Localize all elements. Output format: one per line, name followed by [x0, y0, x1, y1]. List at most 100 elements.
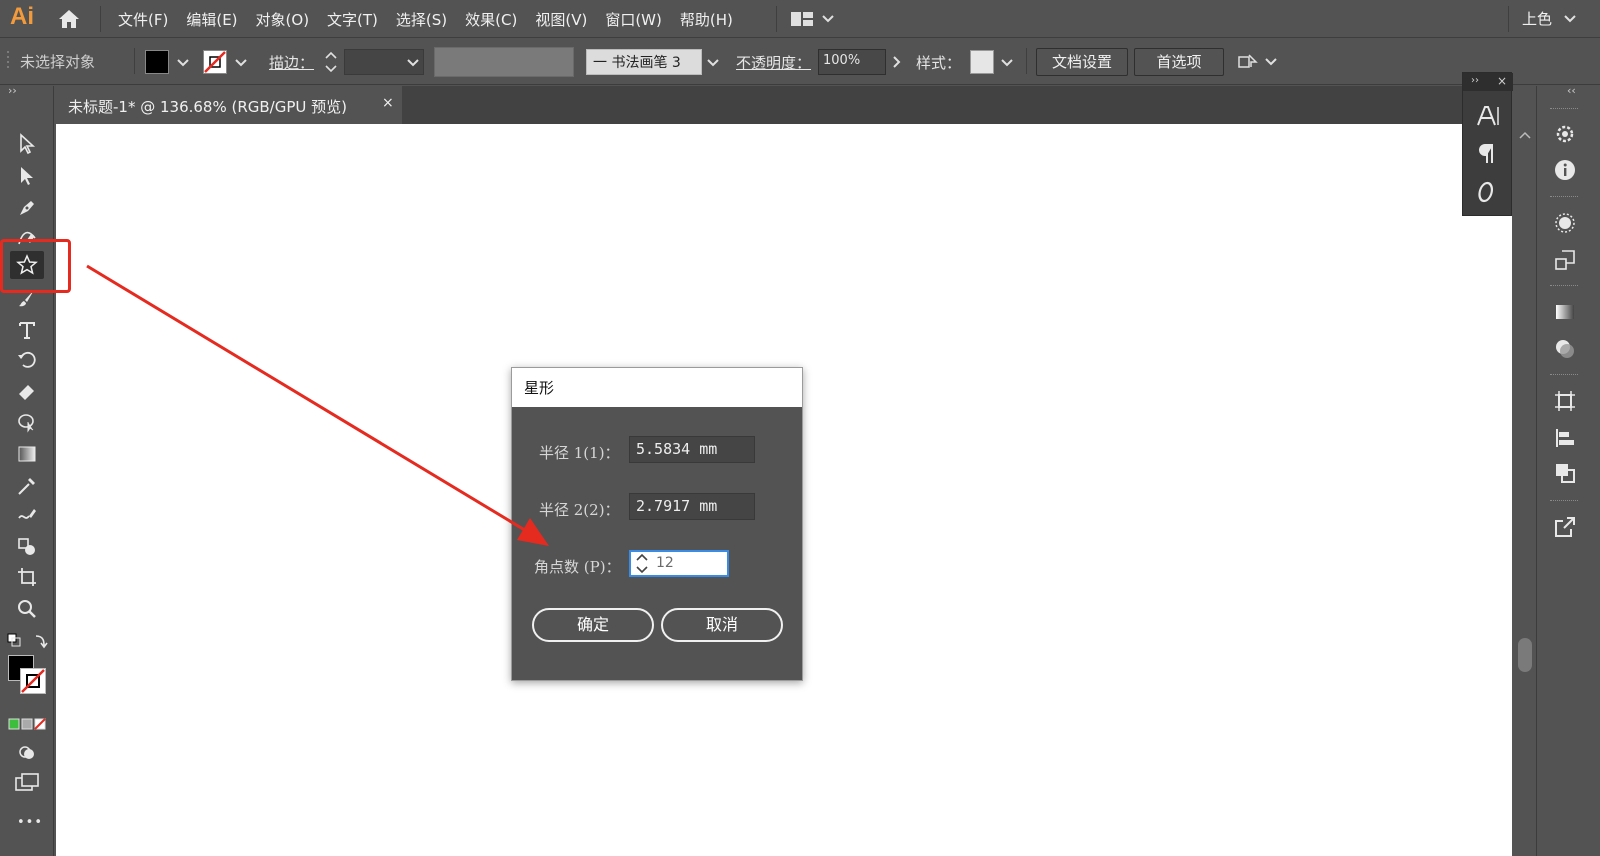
- align-left-icon: [1556, 429, 1574, 447]
- variable-width-profile[interactable]: [434, 47, 574, 77]
- menu-separator: [100, 6, 101, 32]
- layers-panel-button[interactable]: [1548, 458, 1582, 488]
- selection-tool[interactable]: [10, 130, 44, 158]
- pen-tool[interactable]: [10, 194, 44, 222]
- gradient-tool[interactable]: [10, 440, 44, 468]
- direct-selection-tool[interactable]: [10, 162, 44, 190]
- shape-builder-icon: [18, 538, 35, 555]
- eraser-icon: [19, 385, 34, 400]
- transparency-panel-button[interactable]: [1548, 334, 1582, 364]
- brushes-panel-button[interactable]: [1548, 208, 1582, 238]
- stroke-color-box[interactable]: [20, 668, 46, 694]
- points-stepper[interactable]: [629, 550, 653, 577]
- star-dialog: 星形 半径 1(1)： 5.5834 mm 半径 2(2)： 2.7917 mm…: [511, 367, 803, 681]
- transform-panel-button[interactable]: [1548, 245, 1582, 275]
- menu-effect[interactable]: 效果(C): [465, 9, 517, 30]
- swap-fill-stroke-icon[interactable]: [6, 632, 50, 650]
- ok-button[interactable]: 确定: [532, 608, 654, 642]
- home-icon[interactable]: [56, 6, 82, 32]
- align-panel-button[interactable]: [1548, 423, 1582, 453]
- workspace-switcher[interactable]: 上色: [1522, 8, 1577, 29]
- gradient-icon: [18, 446, 36, 462]
- document-tab-title: 未标题-1* @ 136.68% (RGB/GPU 预览): [68, 98, 348, 116]
- menu-select[interactable]: 选择(S): [396, 9, 447, 30]
- eyedropper-tool[interactable]: [10, 472, 44, 500]
- chevron-down-icon[interactable]: [998, 49, 1016, 75]
- paragraph-panel-icon[interactable]: [1477, 141, 1499, 167]
- type-tool[interactable]: [10, 316, 44, 344]
- screen-mode-icon[interactable]: [14, 772, 40, 794]
- puppet-warp-tool[interactable]: [10, 408, 44, 436]
- menu-view[interactable]: 视图(V): [535, 9, 587, 30]
- cancel-button[interactable]: 取消: [661, 608, 783, 642]
- radius1-input[interactable]: 5.5834 mm: [629, 436, 755, 463]
- chevron-down-icon[interactable]: [404, 49, 422, 75]
- chevron-down-icon[interactable]: [704, 49, 722, 75]
- menu-file[interactable]: 文件(F): [118, 9, 168, 30]
- chevron-down-icon[interactable]: [174, 49, 192, 75]
- opentype-panel-icon[interactable]: [1477, 179, 1499, 205]
- rotate-tool[interactable]: [10, 346, 44, 374]
- eraser-tool[interactable]: [10, 377, 44, 405]
- chevron-up-icon[interactable]: [1518, 130, 1532, 140]
- opacity-label[interactable]: 不透明度：: [736, 52, 811, 73]
- annotation-highlight-box: [0, 239, 71, 293]
- color-mode-icons[interactable]: [8, 718, 46, 730]
- selection-status: 未选择对象: [20, 53, 96, 71]
- dock-collapse[interactable]: ‹‹: [1567, 84, 1576, 97]
- gradient-panel-button[interactable]: [1548, 297, 1582, 327]
- brush-name: 一 书法画笔 3: [593, 55, 681, 71]
- draw-mode-icon[interactable]: [16, 742, 38, 762]
- scrollbar-thumb[interactable]: [1518, 638, 1532, 672]
- stepper-icon[interactable]: [322, 49, 340, 75]
- toolbar-collapse[interactable]: ››: [8, 84, 17, 97]
- arrow-icon: [20, 133, 36, 155]
- menu-separator: [1508, 6, 1509, 32]
- arrange-documents-icon[interactable]: [790, 10, 838, 28]
- workspace-label: 上色: [1522, 10, 1553, 28]
- vertical-scrollbar[interactable]: [1512, 124, 1536, 856]
- pen-icon: [20, 201, 34, 215]
- menu-edit[interactable]: 编辑(E): [186, 9, 237, 30]
- close-icon[interactable]: ×: [1497, 74, 1507, 88]
- fill-swatch[interactable]: [145, 50, 169, 74]
- artboard-icon: [18, 568, 36, 586]
- more-tools-icon[interactable]: •••: [17, 815, 43, 830]
- blend-tool[interactable]: [10, 502, 44, 530]
- stroke-label[interactable]: 描边：: [269, 52, 314, 73]
- arrange-icon[interactable]: [1236, 49, 1284, 75]
- character-panel-icon[interactable]: [1475, 103, 1501, 129]
- chevron-down-icon[interactable]: [232, 49, 250, 75]
- export-panel-button[interactable]: [1548, 512, 1582, 542]
- points-input[interactable]: 12: [653, 550, 729, 577]
- chevron-right-icon[interactable]: [888, 49, 906, 75]
- preferences-button[interactable]: 首选项: [1134, 48, 1224, 76]
- artboard-tool[interactable]: [10, 563, 44, 591]
- menu-window[interactable]: 窗口(W): [605, 9, 662, 30]
- sun-burst-icon: [1555, 213, 1575, 233]
- shape-builder-tool[interactable]: [10, 533, 44, 561]
- stroke-swatch[interactable]: [203, 50, 227, 74]
- panel-collapse[interactable]: ››: [1471, 75, 1479, 86]
- menu-object[interactable]: 对象(O): [256, 9, 310, 30]
- opacity-field[interactable]: 100%: [818, 49, 886, 75]
- pathfinder-panel-button[interactable]: [1548, 386, 1582, 416]
- graphic-style-swatch[interactable]: [970, 50, 994, 74]
- radius2-input[interactable]: 2.7917 mm: [629, 493, 755, 520]
- properties-panel-button[interactable]: [1548, 119, 1582, 149]
- dock-grip: [1550, 500, 1578, 502]
- transparency-icon: [1556, 340, 1574, 358]
- close-icon[interactable]: ×: [382, 95, 394, 111]
- dock-grip: [1550, 374, 1578, 376]
- menu-help[interactable]: 帮助(H): [680, 9, 733, 30]
- control-separator: [1026, 48, 1027, 74]
- none-stroke-icon: [21, 669, 45, 693]
- info-panel-button[interactable]: [1548, 155, 1582, 185]
- gear-icon: [1556, 125, 1574, 143]
- app-logo: Ai: [10, 3, 34, 30]
- eyedropper-icon: [18, 478, 35, 495]
- menu-type[interactable]: 文字(T): [327, 9, 378, 30]
- document-setup-button[interactable]: 文档设置: [1036, 48, 1128, 76]
- brush-definition[interactable]: 一 书法画笔 3: [586, 49, 702, 75]
- zoom-tool[interactable]: [10, 595, 44, 623]
